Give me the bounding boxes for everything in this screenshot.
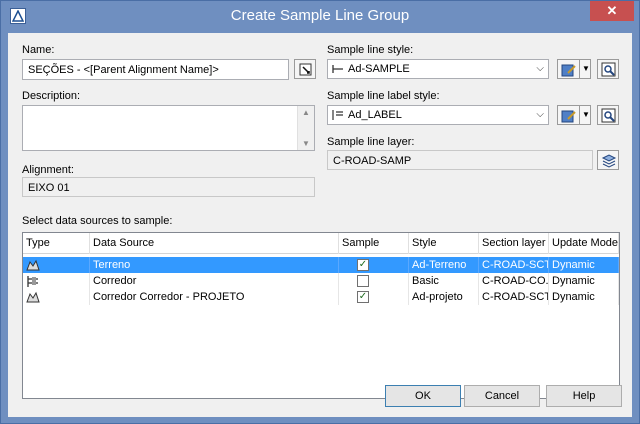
name-input[interactable]: SEÇÕES - <[Parent Alignment Name]> <box>22 59 289 80</box>
table-row[interactable]: Corredor Basic C-ROAD-CO... Dynamic <box>23 273 619 289</box>
sample-line-layer-label: Sample line layer: <box>327 136 415 148</box>
surface-icon <box>26 259 40 271</box>
sample-line-label-style-label: Sample line label style: <box>327 90 440 102</box>
sample-checkbox[interactable] <box>357 275 369 287</box>
sample-line-style-edit-button[interactable]: ▼ <box>557 59 591 79</box>
row-style[interactable]: Ad-projeto <box>409 289 479 305</box>
row-section-layer[interactable]: C-ROAD-CO... <box>479 273 549 289</box>
name-templates-button[interactable] <box>294 59 316 79</box>
data-sources-label: Select data sources to sample: <box>22 215 173 227</box>
label-style-icon <box>332 110 343 120</box>
corridor-icon <box>27 276 38 287</box>
data-sources-grid: Type Data Source Sample Style Section la… <box>22 232 620 399</box>
sample-line-label-style-edit-button[interactable]: ▼ <box>557 105 591 125</box>
edit-style-icon <box>561 64 576 77</box>
description-scrollbar[interactable]: ▲ ▼ <box>297 106 314 150</box>
sample-line-style-label: Sample line style: <box>327 44 414 56</box>
sample-line-style-value: Ad-SAMPLE <box>348 63 410 75</box>
sample-line-label-style-preview-button[interactable] <box>597 105 619 125</box>
layers-icon <box>601 154 617 168</box>
dialog-title: Create Sample Line Group <box>230 7 410 24</box>
table-row[interactable]: Terreno ✓ Ad-Terreno C-ROAD-SCTN Dynamic <box>23 257 619 273</box>
sample-line-layer-field: C-ROAD-SAMP <box>327 150 593 170</box>
column-header-style[interactable]: Style <box>409 233 479 254</box>
cancel-button[interactable]: Cancel <box>464 385 540 407</box>
row-update-mode[interactable]: Dynamic <box>549 289 619 305</box>
dropdown-arrow-icon[interactable]: ▼ <box>582 110 590 119</box>
ok-button[interactable]: OK <box>385 385 461 407</box>
preview-icon <box>601 108 616 123</box>
dropdown-arrow-icon[interactable]: ▼ <box>582 64 590 73</box>
sample-checkbox[interactable]: ✓ <box>357 291 369 303</box>
row-style[interactable]: Basic <box>409 273 479 289</box>
row-data-source: Corredor Corredor - PROJETO <box>90 289 339 305</box>
dialog-window: Create Sample Line Group ✕ Name: SEÇÕES … <box>0 0 640 424</box>
description-label: Description: <box>22 90 81 102</box>
row-style[interactable]: Ad-Terreno <box>409 257 479 273</box>
column-header-type[interactable]: Type <box>23 233 90 254</box>
column-header-section-layer[interactable]: Section layer <box>479 233 549 254</box>
title-bar[interactable]: Create Sample Line Group ✕ <box>1 1 639 33</box>
alignment-field: EIXO 01 <box>22 177 315 197</box>
description-textarea[interactable]: ▲ ▼ <box>22 105 315 151</box>
name-template-icon <box>299 63 312 76</box>
chevron-down-icon[interactable]: ⌵ <box>536 109 544 120</box>
grid-header: Type Data Source Sample Style Section la… <box>23 233 619 254</box>
sample-line-icon <box>332 65 343 73</box>
alignment-label: Alignment: <box>22 164 74 176</box>
row-update-mode[interactable]: Dynamic <box>549 257 619 273</box>
edit-style-icon <box>561 110 576 123</box>
scroll-up-icon[interactable]: ▲ <box>302 108 310 117</box>
preview-icon <box>601 62 616 77</box>
close-button[interactable]: ✕ <box>590 1 634 21</box>
row-data-source: Corredor <box>90 273 339 289</box>
scroll-down-icon[interactable]: ▼ <box>302 139 310 148</box>
name-label: Name: <box>22 44 55 56</box>
sample-line-layer-button[interactable] <box>597 150 619 170</box>
chevron-down-icon[interactable]: ⌵ <box>536 63 544 74</box>
table-row[interactable]: Corredor Corredor - PROJETO ✓ Ad-projeto… <box>23 289 619 305</box>
sample-checkbox[interactable]: ✓ <box>357 259 369 271</box>
row-section-layer[interactable]: C-ROAD-SCTN <box>479 289 549 305</box>
row-section-layer[interactable]: C-ROAD-SCTN <box>479 257 549 273</box>
column-header-update-mode[interactable]: Update Mode <box>549 233 619 254</box>
sample-line-style-preview-button[interactable] <box>597 59 619 79</box>
surface-icon <box>26 291 40 303</box>
sample-line-style-combo[interactable]: Ad-SAMPLE ⌵ <box>327 59 549 79</box>
column-header-data-source[interactable]: Data Source <box>90 233 339 254</box>
sample-line-label-style-value: Ad_LABEL <box>348 109 402 121</box>
dialog-client: Name: SEÇÕES - <[Parent Alignment Name]>… <box>8 33 632 417</box>
row-data-source: Terreno <box>90 257 339 273</box>
row-update-mode[interactable]: Dynamic <box>549 273 619 289</box>
column-header-sample[interactable]: Sample <box>339 233 409 254</box>
sample-line-label-style-combo[interactable]: Ad_LABEL ⌵ <box>327 105 549 125</box>
help-button[interactable]: Help <box>546 385 622 407</box>
